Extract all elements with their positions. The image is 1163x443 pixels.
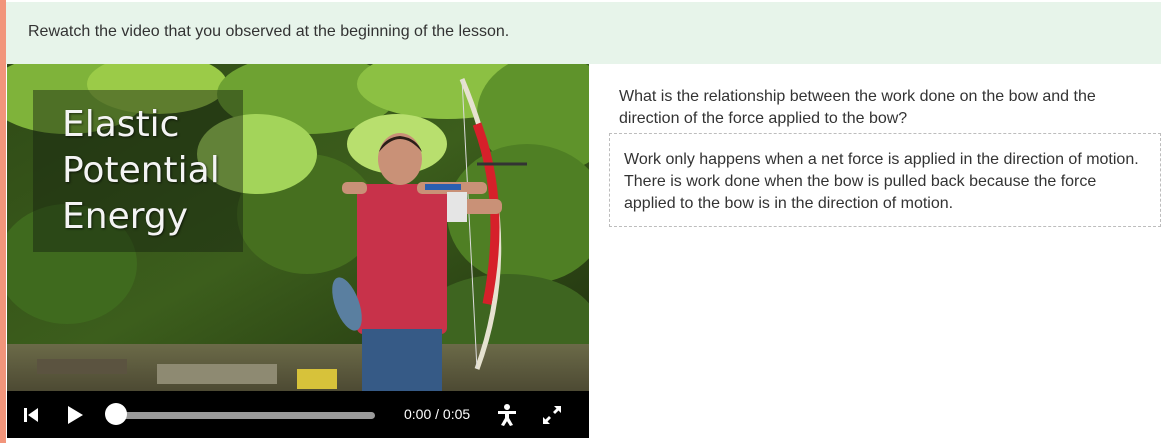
play-icon[interactable]: [65, 404, 85, 426]
progress-track[interactable]: [117, 412, 375, 419]
progress-thumb[interactable]: [105, 403, 127, 425]
skip-back-icon[interactable]: [22, 405, 40, 425]
answer-box[interactable]: Work only happens when a net force is ap…: [609, 133, 1161, 227]
video-player[interactable]: Elastic Potential Energy 0:00 / 0:05: [7, 64, 589, 438]
left-accent-bar: [0, 0, 6, 443]
time-display: 0:00 / 0:05: [404, 406, 471, 422]
video-overlay-title: Elastic Potential Energy: [62, 104, 220, 237]
lesson-page: Rewatch the video that you observed at t…: [0, 0, 1163, 443]
instruction-text: Rewatch the video that you observed at t…: [28, 23, 510, 40]
fullscreen-icon[interactable]: [541, 404, 563, 426]
answer-text: Work only happens when a net force is ap…: [624, 151, 1139, 212]
accessibility-icon[interactable]: [496, 403, 518, 427]
question-prompt: What is the relationship between the wor…: [619, 88, 1096, 127]
instruction-banner: Rewatch the video that you observed at t…: [6, 2, 1161, 64]
video-controls: 0:00 / 0:05: [7, 391, 589, 438]
video-frame[interactable]: Elastic Potential Energy: [7, 64, 589, 391]
